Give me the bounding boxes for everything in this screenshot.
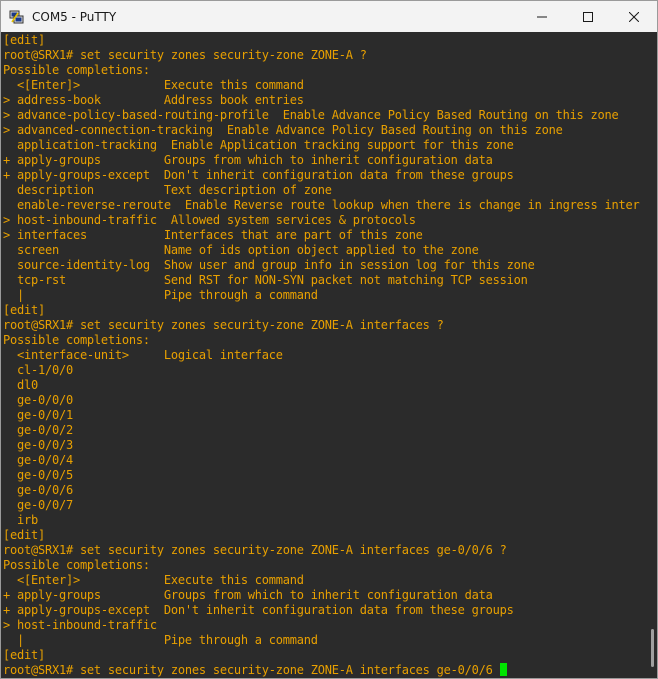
scrollbar-thumb[interactable]	[651, 629, 654, 667]
terminal-line: + apply-groups-except Don't inherit conf…	[3, 168, 514, 182]
terminal-line: ge-0/0/4	[3, 453, 73, 467]
terminal-line: | Pipe through a command	[3, 633, 318, 647]
maximize-button[interactable]	[565, 1, 611, 32]
terminal-line: [edit]	[3, 528, 45, 542]
terminal-line: <[Enter]> Execute this command	[3, 78, 304, 92]
terminal-line: root@SRX1# set security zones security-z…	[3, 48, 367, 62]
terminal-line: ge-0/0/2	[3, 423, 73, 437]
terminal-line: > host-inbound-traffic	[3, 618, 157, 632]
terminal-output: [edit] root@SRX1# set security zones secu…	[3, 33, 640, 678]
terminal-line: > host-inbound-traffic Allowed system se…	[3, 213, 416, 227]
terminal-line: enable-reverse-reroute Enable Reverse ro…	[3, 198, 640, 212]
terminal-line: > interfaces Interfaces that are part of…	[3, 228, 423, 242]
window-title: COM5 - PuTTY	[32, 9, 117, 24]
terminal-line: + apply-groups Groups from which to inhe…	[3, 588, 493, 602]
terminal-line: > advanced-connection-tracking Enable Ad…	[3, 123, 563, 137]
terminal-line: [edit]	[3, 648, 45, 662]
terminal-line: ge-0/0/6	[3, 483, 73, 497]
terminal-line: <interface-unit> Logical interface	[3, 348, 283, 362]
terminal-line: Possible completions:	[3, 333, 150, 347]
minimize-icon	[537, 16, 547, 17]
terminal-line: Possible completions:	[3, 63, 150, 77]
terminal-line: source-identity-log Show user and group …	[3, 258, 535, 272]
terminal-line: application-tracking Enable Application …	[3, 138, 514, 152]
terminal-line: ge-0/0/5	[3, 468, 73, 482]
terminal-line: root@SRX1# set security zones security-z…	[3, 543, 507, 557]
terminal-line: dl0	[3, 378, 38, 392]
terminal-line: ge-0/0/3	[3, 438, 73, 452]
maximize-icon	[583, 11, 593, 22]
terminal-line: > advance-policy-based-routing-profile E…	[3, 108, 619, 122]
terminal-line: [edit]	[3, 303, 45, 317]
prompt-text: root@SRX1# set security zones security-z…	[3, 663, 500, 677]
terminal-line: | Pipe through a command	[3, 288, 318, 302]
terminal-screen[interactable]: [edit] root@SRX1# set security zones secu…	[1, 32, 657, 678]
title-bar[interactable]: COM5 - PuTTY	[1, 1, 657, 32]
terminal-line: ge-0/0/1	[3, 408, 73, 422]
text-cursor	[499, 663, 507, 676]
terminal-line: > address-book Address book entries	[3, 93, 304, 107]
prompt-line[interactable]: root@SRX1# set security zones security-z…	[3, 663, 640, 678]
terminal-line: description Text description of zone	[3, 183, 332, 197]
terminal-line: irb	[3, 513, 38, 527]
terminal-line: root@SRX1# set security zones security-z…	[3, 318, 444, 332]
terminal-line: [edit]	[3, 33, 45, 47]
terminal-line: ge-0/0/0	[3, 393, 73, 407]
terminal-line: screen Name of ids option object applied…	[3, 243, 479, 257]
terminal-line: + apply-groups Groups from which to inhe…	[3, 153, 493, 167]
terminal-line: ge-0/0/7	[3, 498, 73, 512]
terminal-line: cl-1/0/0	[3, 363, 73, 377]
minimize-button[interactable]	[519, 1, 565, 32]
terminal-line: <[Enter]> Execute this command	[3, 573, 304, 587]
terminal-line: + apply-groups-except Don't inherit conf…	[3, 603, 514, 617]
terminal-line: Possible completions:	[3, 558, 150, 572]
close-icon	[629, 11, 639, 22]
putty-computer-icon[interactable]	[9, 9, 25, 25]
putty-window: COM5 - PuTTY [edit]root@SRX1# set secur	[0, 0, 658, 679]
window-controls	[519, 1, 657, 32]
close-button[interactable]	[611, 1, 657, 32]
terminal-line: tcp-rst Send RST for NON-SYN packet not …	[3, 273, 528, 287]
